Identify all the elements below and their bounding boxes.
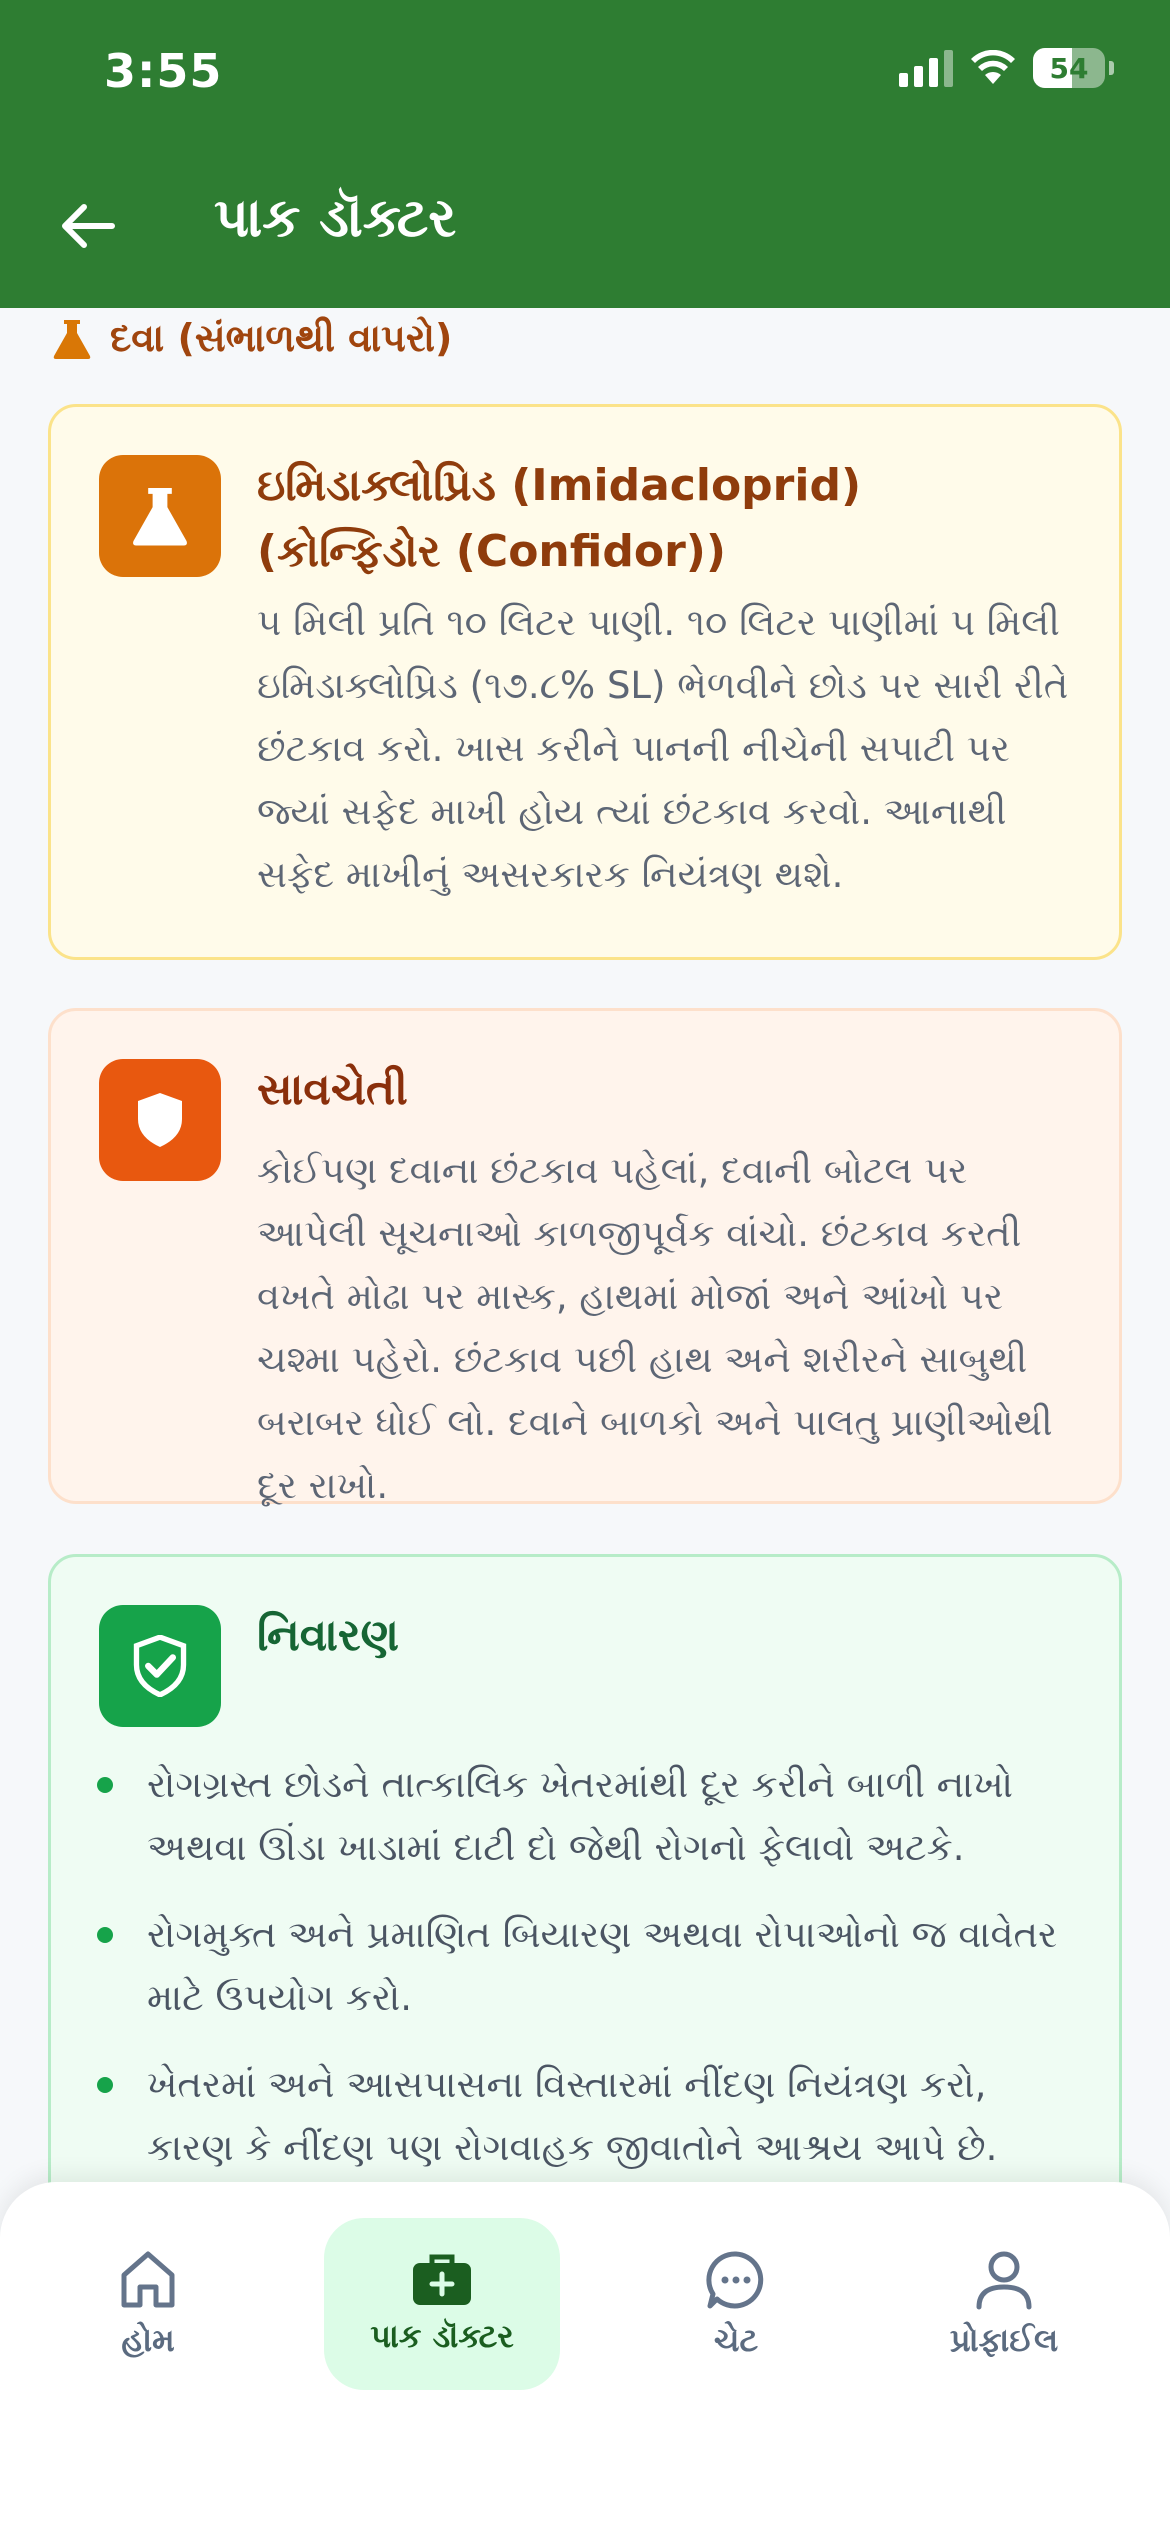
caution-description: કોઈપણ દવાના છંટકાવ પહેલાં, દવાની બોટલ પર…	[257, 1149, 1053, 1507]
battery-level: 54	[1049, 51, 1089, 85]
medical-kit-icon	[413, 2254, 471, 2305]
nav-item-profile[interactable]: પ્રોફાઈલ	[886, 2218, 1122, 2390]
list-item-text: ખેતરમાં અને આસપાસના વિસ્તારમાં નીંદણ નિય…	[147, 2063, 998, 2169]
bullet-dot	[97, 2077, 113, 2093]
status-time: 3:55	[104, 44, 223, 98]
medicine-icon-badge	[99, 455, 221, 577]
nav-label-profile: પ્રોફાઈલ	[949, 2320, 1059, 2359]
nav-item-crop-doctor[interactable]: પાક ડૉક્ટર	[324, 2218, 560, 2390]
app-header: 3:55 54 પાક ડૉક્ટર	[0, 0, 1170, 308]
medicine-title: ઇમિડાક્લોપ્રિડ (Imidacloprid) (કોન્ફિડોર…	[257, 460, 862, 577]
chat-bubble-icon	[706, 2250, 764, 2308]
prevention-list: રોગગ્રસ્ત છોડને તાત્કાલિક ખેતરમાંથી દૂર …	[97, 1753, 1059, 2198]
flask-icon	[133, 487, 187, 546]
arrow-left-icon	[62, 204, 115, 248]
battery-icon: 54	[1033, 48, 1105, 88]
status-icons: 54	[899, 48, 1114, 88]
shield-icon	[138, 1093, 182, 1147]
caution-icon-badge	[99, 1059, 221, 1181]
prevention-card: નિવારણ રોગગ્રસ્ત છોડને તાત્કાલિક ખેતરમાં…	[48, 1554, 1122, 2198]
bullet-dot	[97, 1777, 113, 1793]
section-label: દવા (સંભાળથી વાપરો)	[110, 316, 453, 360]
flask-icon	[53, 319, 91, 359]
list-item: રોગમુક્ત અને પ્રમાણિત બિયારણ અથવા રોપાઓન…	[97, 1903, 1059, 2029]
battery-nub	[1109, 61, 1114, 75]
nav-label-home: હોમ	[121, 2320, 175, 2359]
nav-label-chat: ચેટ	[713, 2320, 759, 2359]
bullet-dot	[97, 1927, 113, 1943]
content-area[interactable]: દવા (સંભાળથી વાપરો) ઇમિડાક્લોપ્રિડ (Imid…	[0, 308, 1170, 2198]
nav-item-chat[interactable]: ચેટ	[618, 2218, 854, 2390]
list-item-text: રોગગ્રસ્ત છોડને તાત્કાલિક ખેતરમાંથી દૂર …	[147, 1763, 1013, 1869]
section-header-medicine: દવા (સંભાળથી વાપરો)	[52, 316, 452, 361]
wifi-icon	[971, 50, 1015, 84]
nav-label-crop-doctor: પાક ડૉક્ટર	[370, 2316, 514, 2355]
list-item: રોગગ્રસ્ત છોડને તાત્કાલિક ખેતરમાંથી દૂર …	[97, 1753, 1059, 1879]
back-button[interactable]	[52, 190, 124, 262]
medicine-card: ઇમિડાક્લોપ્રિડ (Imidacloprid) (કોન્ફિડોર…	[48, 404, 1122, 960]
shield-check-icon	[133, 1635, 187, 1697]
home-icon	[121, 2251, 175, 2307]
cellular-signal-icon	[899, 49, 953, 87]
caution-card: સાવચેતી કોઈપણ દવાના છંટકાવ પહેલાં, દવાની…	[48, 1008, 1122, 1507]
prevention-title: નિવારણ	[257, 1610, 400, 1661]
caution-title: સાવચેતી	[257, 1064, 408, 1115]
list-item: ખેતરમાં અને આસપાસના વિસ્તારમાં નીંદણ નિય…	[97, 2053, 1059, 2179]
prevention-icon-badge	[99, 1605, 221, 1727]
list-item-text: રોગમુક્ત અને પ્રમાણિત બિયારણ અથવા રોપાઓન…	[147, 1913, 1058, 2019]
nav-item-home[interactable]: હોમ	[30, 2218, 266, 2390]
page-title: પાક ડૉક્ટર	[214, 186, 457, 249]
bottom-navigation: હોમ પાક ડૉક્ટર ચેટ પ્રોફાઈલ	[0, 2182, 1170, 2532]
user-icon	[976, 2251, 1032, 2309]
medicine-description: ૫ મિલી પ્રતિ ૧૦ લિટર પાણી. ૧૦ લિટર પાણીમ…	[257, 601, 1069, 896]
